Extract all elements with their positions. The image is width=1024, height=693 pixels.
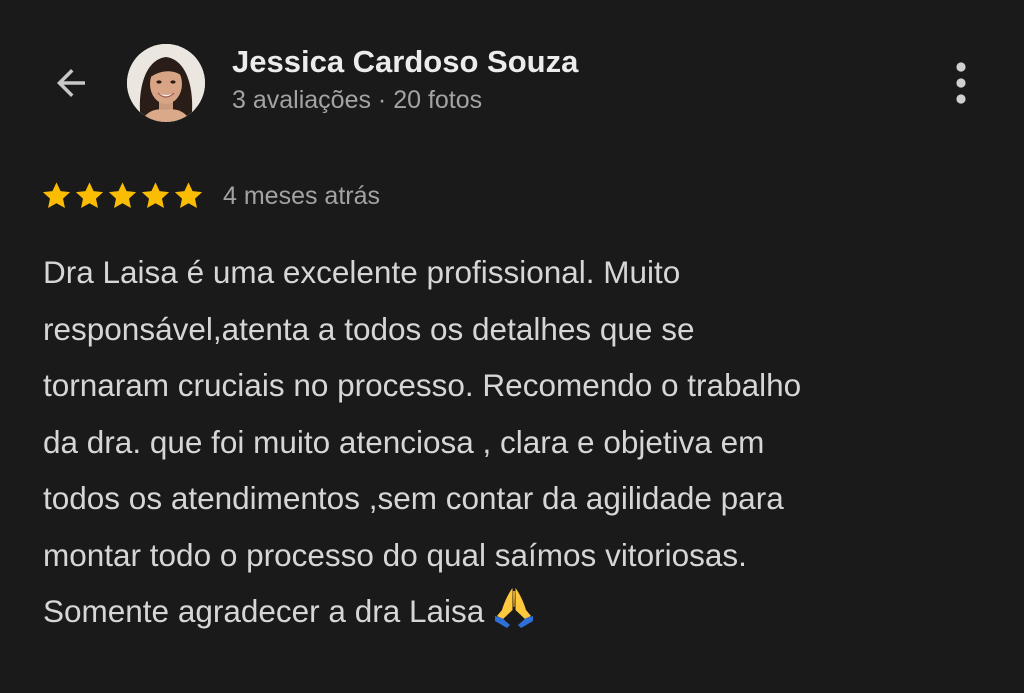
star-icon bbox=[75, 182, 104, 209]
review-line: todos os atendimentos ,sem contar da agi… bbox=[43, 480, 784, 516]
arrow-left-icon bbox=[57, 69, 85, 97]
review-line: da dra. que foi muito atenciosa , clara … bbox=[43, 423, 765, 460]
folded-hands-emoji bbox=[495, 588, 534, 628]
more-vert-icon bbox=[956, 62, 966, 104]
review-line: tornaram cruciais no processo. Recomendo… bbox=[43, 367, 802, 403]
user-avatar-image bbox=[127, 44, 205, 122]
review-line: Dra Laisa é uma excelente profissional. … bbox=[43, 254, 681, 290]
star-rating bbox=[40, 180, 205, 212]
review-text: Dra Laisa é uma excelente profissional. … bbox=[43, 244, 1003, 640]
star-icon bbox=[141, 182, 170, 209]
back-button[interactable] bbox=[48, 60, 94, 106]
review-line: responsável,atenta a todos os detalhes q… bbox=[43, 310, 695, 347]
reviewer-stats: 3 avaliações · 20 fotos bbox=[232, 86, 483, 114]
star-icon bbox=[108, 182, 137, 209]
reviewer-name[interactable]: Jessica Cardoso Souza bbox=[232, 44, 578, 80]
review-line: Somente agradecer a dra Laisa bbox=[43, 583, 1003, 640]
review-date: 4 meses atrás bbox=[223, 181, 381, 210]
rating-row: 4 meses atrás bbox=[40, 176, 380, 216]
star-icon bbox=[174, 182, 203, 209]
star-icon bbox=[42, 182, 71, 209]
avatar[interactable] bbox=[127, 44, 205, 122]
review-line: montar todo o processo do qual saímos vi… bbox=[43, 536, 747, 573]
more-options-button[interactable] bbox=[938, 58, 984, 108]
